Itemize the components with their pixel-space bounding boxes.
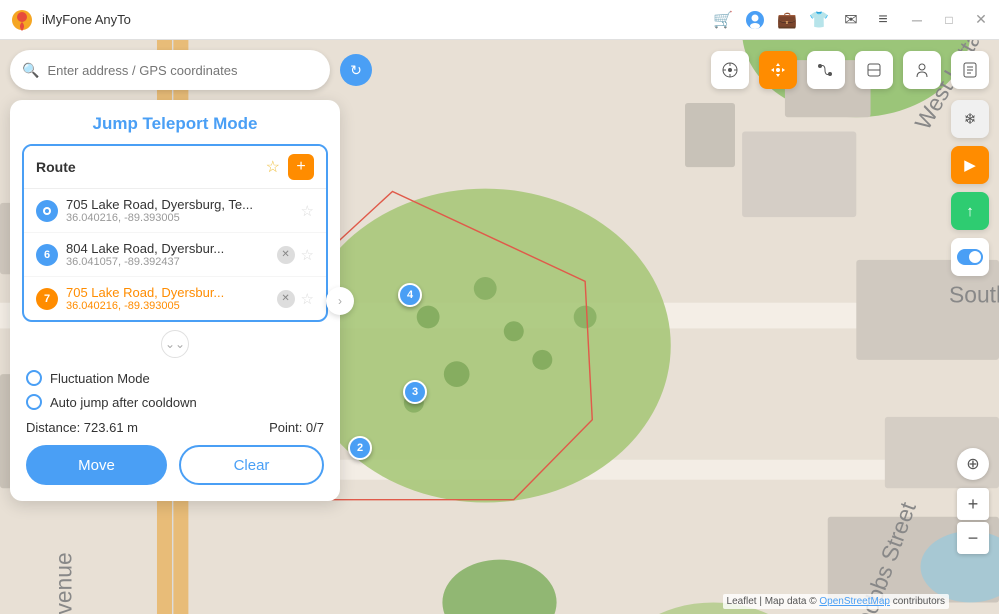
fluctuation-mode-label: Fluctuation Mode [50, 371, 150, 386]
route-label: Route [36, 159, 76, 175]
favorites-icon[interactable]: ☆ [266, 157, 280, 177]
cart-icon[interactable]: 🛒 [713, 10, 733, 30]
history-tool-button[interactable] [951, 51, 989, 89]
route-tool-button[interactable] [807, 51, 845, 89]
route-item-1-actions: ☆ [301, 202, 314, 220]
point-stat: Point: 0/7 [269, 420, 324, 435]
square-tool-button[interactable] [855, 51, 893, 89]
search-input[interactable] [47, 63, 318, 78]
clear-button[interactable]: Clear [179, 445, 324, 485]
move-tool-button[interactable] [759, 51, 797, 89]
map-right-tools: ❄ ▶ ↑ [951, 100, 989, 276]
route-marker-1 [36, 200, 58, 222]
maximize-button[interactable]: □ [941, 12, 957, 28]
briefcase-icon[interactable]: 💼 [777, 10, 797, 30]
expand-btn-area: ⌄⌄ [10, 330, 340, 358]
route-item-3-info: 705 Lake Road, Dyersbur... 36.040216, -8… [66, 285, 269, 312]
app-logo [10, 8, 34, 32]
route-item-2-remove[interactable]: ✕ [277, 246, 295, 264]
openstreetmap-link[interactable]: OpenStreetMap [819, 596, 890, 607]
person-tool-button[interactable] [903, 51, 941, 89]
route-item-3-name: 705 Lake Road, Dyersbur... [66, 285, 269, 300]
refresh-location-button[interactable]: ↻ [340, 54, 372, 86]
route-item: 705 Lake Road, Dyersburg, Te... 36.04021… [24, 189, 326, 233]
route-header-icons: ☆ + [266, 154, 314, 180]
expand-list-button[interactable]: ⌄⌄ [161, 330, 189, 358]
auto-jump-mode-radio[interactable] [26, 394, 42, 410]
zoom-out-button[interactable]: − [957, 522, 989, 554]
user-icon[interactable] [745, 10, 765, 30]
fluctuation-mode-radio[interactable] [26, 370, 42, 386]
stats-row: Distance: 723.61 m Point: 0/7 [10, 410, 340, 435]
freeze-button[interactable]: ❄ [951, 100, 989, 138]
svg-text:South L...: South L... [949, 282, 999, 308]
direction-button[interactable]: ↑ [951, 192, 989, 230]
route-item-2-actions: ✕ ☆ [277, 246, 314, 264]
auto-jump-mode-label: Auto jump after cooldown [50, 395, 197, 410]
attribution-suffix: contributors [893, 596, 945, 607]
titlebar: iMyFone AnyTo 🛒 💼 👕 ✉ ≡ ─ □ ✕ [0, 0, 999, 40]
zoom-in-button[interactable]: + [957, 488, 989, 520]
route-item-1-name: 705 Lake Road, Dyersburg, Te... [66, 197, 293, 212]
route-item-3-actions: ✕ ☆ [277, 290, 314, 308]
route-item: 6 804 Lake Road, Dyersbur... 36.041057, … [24, 233, 326, 277]
distance-stat: Distance: 723.61 m [26, 420, 138, 435]
route-marker-7: 7 [36, 288, 58, 310]
toggle-button[interactable] [951, 238, 989, 276]
auto-jump-mode-option[interactable]: Auto jump after cooldown [26, 394, 324, 410]
main-container: Ferguson Avenue Lake Road Poplar Street … [0, 40, 999, 614]
route-item-2-coords: 36.041057, -89.392437 [66, 256, 269, 268]
map-attribution: Leaflet | Map data © OpenStreetMap contr… [723, 594, 949, 609]
route-header: Route ☆ + [24, 146, 326, 189]
panel-title: Jump Teleport Mode [10, 100, 340, 144]
crosshair-tool-button[interactable] [711, 51, 749, 89]
collapse-panel-button[interactable]: › [326, 287, 354, 315]
marker-2[interactable]: 2 [348, 436, 372, 460]
mail-icon[interactable]: ✉ [841, 10, 861, 30]
move-button[interactable]: Move [26, 445, 167, 485]
marker-3[interactable]: 3 [403, 380, 427, 404]
menu-icon[interactable]: ≡ [873, 10, 893, 30]
route-item-3-star[interactable]: ☆ [301, 290, 314, 308]
add-route-button[interactable]: + [288, 154, 314, 180]
minimize-button[interactable]: ─ [909, 12, 925, 28]
joystick-button[interactable]: ▶ [951, 146, 989, 184]
route-item-3-coords: 36.040216, -89.393005 [66, 300, 269, 312]
action-buttons: Move Clear [10, 435, 340, 485]
search-icon: 🔍 [22, 62, 39, 79]
titlebar-icons: 🛒 💼 👕 ✉ ≡ ─ □ ✕ [713, 10, 989, 30]
route-marker-6: 6 [36, 244, 58, 266]
route-item: 7 705 Lake Road, Dyersbur... 36.040216, … [24, 277, 326, 320]
attribution-text: Leaflet | Map data © [727, 596, 820, 607]
map-top-bar: 🔍 ↻ [10, 50, 989, 90]
compass-button[interactable]: ⊕ [957, 448, 989, 480]
marker-4[interactable]: 4 [398, 283, 422, 307]
route-item-2-star[interactable]: ☆ [301, 246, 314, 264]
route-item-1-coords: 36.040216, -89.393005 [66, 212, 293, 224]
map-zoom-controls: ⊕ + − [957, 448, 989, 554]
route-item-1-info: 705 Lake Road, Dyersburg, Te... 36.04021… [66, 197, 293, 224]
route-item-3-remove[interactable]: ✕ [277, 290, 295, 308]
svg-text:Ferguson Avenue: Ferguson Avenue [50, 552, 76, 614]
route-item-2-name: 804 Lake Road, Dyersbur... [66, 241, 269, 256]
app-title: iMyFone AnyTo [42, 12, 713, 27]
search-bar: 🔍 [10, 50, 330, 90]
left-panel: Jump Teleport Mode Route ☆ + [10, 100, 340, 501]
fluctuation-mode-option[interactable]: Fluctuation Mode [26, 370, 324, 386]
shirt-icon[interactable]: 👕 [809, 10, 829, 30]
route-item-1-star[interactable]: ☆ [301, 202, 314, 220]
route-item-2-info: 804 Lake Road, Dyersbur... 36.041057, -8… [66, 241, 269, 268]
route-section: Route ☆ + 705 Lake Road, Dyersburg, Te..… [22, 144, 328, 322]
close-button[interactable]: ✕ [973, 12, 989, 28]
mode-options: Fluctuation Mode Auto jump after cooldow… [10, 358, 340, 410]
